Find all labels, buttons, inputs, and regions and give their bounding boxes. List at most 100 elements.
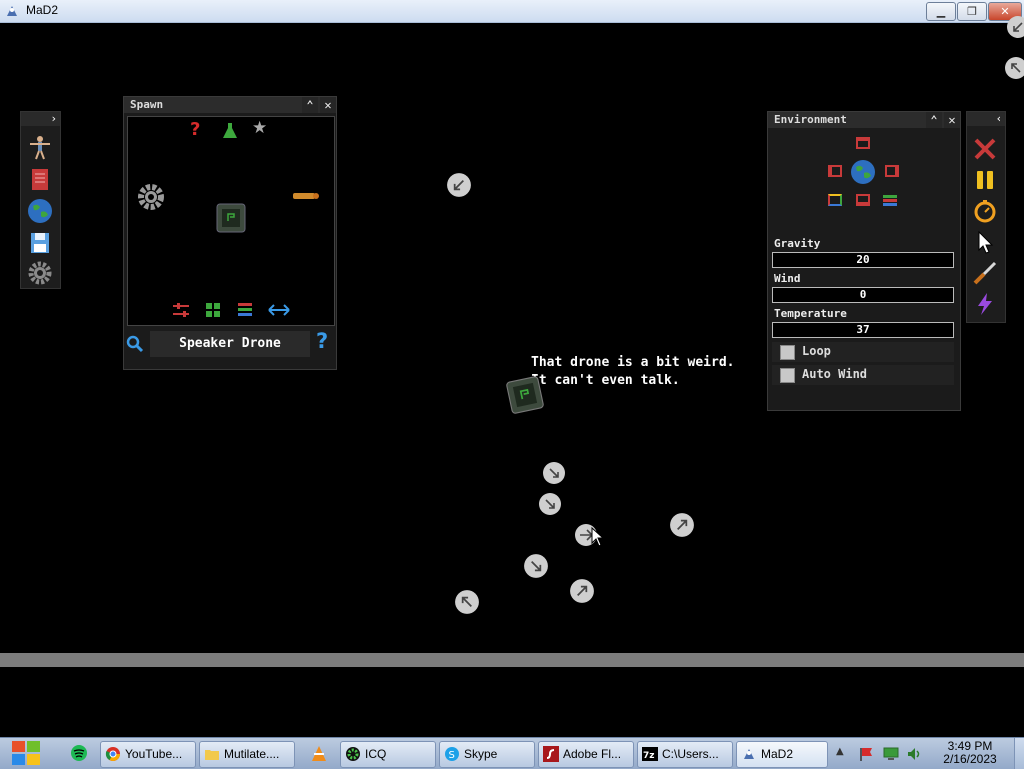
grid-view-icon[interactable] — [205, 302, 221, 318]
drone-blob[interactable] — [569, 578, 595, 604]
taskbar-clock[interactable]: 3:49 PM 2/16/2023 — [928, 740, 1012, 766]
close-icon[interactable]: ✕ — [944, 112, 960, 128]
drone-blob[interactable] — [669, 512, 695, 538]
bullet-item-icon[interactable] — [292, 191, 320, 201]
close-icon[interactable]: ✕ — [320, 97, 336, 113]
wind-input[interactable]: 0 — [772, 287, 954, 303]
taskbar-item-7zip[interactable]: 7z C:\Users... — [637, 741, 733, 768]
volume-speaker-icon[interactable] — [906, 746, 922, 762]
spotify-icon[interactable] — [70, 744, 88, 762]
preset-bottom-icon[interactable] — [856, 194, 870, 206]
start-button-icon[interactable] — [8, 738, 46, 769]
taskbar-item-label: ICQ — [365, 747, 387, 761]
mad2-app-icon — [744, 749, 754, 759]
icq-icon — [346, 747, 360, 761]
drone-blob[interactable] — [523, 553, 549, 579]
help-question-icon[interactable]: ? — [316, 329, 328, 353]
svg-text:S: S — [449, 750, 455, 761]
action-center-flag-icon[interactable] — [858, 746, 874, 762]
game-viewport[interactable]: › Spawn ⌃ ✕ ? ★ Speaker Drone ? That dro… — [0, 16, 1024, 653]
preset-top-icon[interactable] — [856, 137, 870, 149]
taskbar-item-mutilate[interactable]: Mutilate.... — [199, 741, 295, 768]
stopwatch-icon[interactable] — [972, 198, 998, 224]
flask-icon[interactable] — [222, 122, 238, 140]
show-hidden-icons-chevron-icon[interactable]: ▲ — [836, 746, 844, 757]
search-icon[interactable] — [126, 335, 144, 353]
collapse-chevron-icon[interactable]: ⌃ — [926, 112, 942, 128]
auto-wind-checkbox-row[interactable]: Auto Wind — [772, 365, 954, 385]
lightning-icon[interactable] — [972, 291, 998, 317]
minimize-button[interactable]: ▁ — [926, 2, 956, 21]
toolbar-collapse-button[interactable]: ‹ — [967, 112, 1005, 126]
toolbar-expand-button[interactable]: › — [21, 112, 60, 126]
drone-blob[interactable] — [454, 589, 480, 615]
auto-wind-label: Auto Wind — [802, 367, 868, 381]
auto-wind-checkbox[interactable] — [780, 368, 795, 383]
gear-item-icon[interactable] — [137, 183, 165, 211]
preset-layers-icon[interactable] — [882, 194, 898, 208]
sliders-icon[interactable] — [172, 302, 190, 318]
speaker-drone-object[interactable] — [505, 375, 545, 415]
clear-x-icon[interactable] — [972, 136, 998, 162]
network-icon[interactable] — [882, 746, 900, 762]
random-question-icon[interactable]: ? — [190, 119, 200, 140]
restore-button[interactable]: ❐ — [957, 2, 987, 21]
taskbar-item-adobe-flash[interactable]: Adobe Fl... — [538, 741, 634, 768]
drone-blob[interactable] — [542, 461, 566, 485]
collapse-chevron-icon[interactable]: ⌃ — [302, 97, 318, 113]
show-desktop-button[interactable] — [1014, 738, 1024, 769]
gravity-label: Gravity — [774, 237, 821, 250]
knife-tool-icon[interactable] — [972, 260, 998, 286]
drone-blob[interactable] — [538, 492, 562, 516]
pause-icon[interactable] — [972, 167, 998, 193]
preset-multicolor-icon[interactable] — [828, 194, 842, 206]
taskbar-item-label: C:\Users... — [662, 747, 719, 761]
drone-blob[interactable] — [1004, 56, 1024, 80]
mad2-app-icon — [7, 6, 17, 16]
folder-icon — [205, 750, 219, 760]
taskbar-item-icq[interactable]: ICQ — [340, 741, 436, 768]
pointer-cursor-icon[interactable] — [972, 229, 998, 255]
taskbar-item-label: Adobe Fl... — [563, 747, 622, 761]
environment-panel-header[interactable]: Environment ⌃ ✕ — [768, 112, 960, 128]
drone-blob[interactable] — [1006, 15, 1024, 39]
taskbar-item-youtube[interactable]: YouTube... — [100, 741, 196, 768]
loop-label: Loop — [802, 344, 831, 358]
preset-left-icon[interactable] — [828, 165, 842, 177]
right-toolbar: ‹ — [966, 111, 1006, 323]
loop-checkbox-row[interactable]: Loop — [772, 342, 954, 362]
save-floppy-icon[interactable] — [27, 230, 53, 256]
skype-icon: S — [445, 747, 459, 761]
swap-arrows-icon[interactable] — [268, 304, 290, 316]
list-view-icon[interactable] — [237, 302, 253, 318]
ground-floor — [0, 653, 1024, 667]
book-tool-icon[interactable] — [27, 166, 53, 192]
spawn-panel-title: Spawn — [130, 98, 164, 111]
favorite-star-icon[interactable]: ★ — [252, 118, 267, 138]
preset-right-icon[interactable] — [885, 165, 899, 177]
drone-blob[interactable] — [446, 172, 472, 198]
vlc-icon[interactable] — [310, 745, 328, 763]
mouse-cursor-icon — [591, 527, 603, 547]
spawn-panel: Spawn ⌃ ✕ ? ★ Speaker Drone ? — [123, 96, 337, 370]
environment-panel-title: Environment — [774, 113, 847, 126]
environment-globe-icon[interactable] — [27, 198, 53, 224]
gravity-input[interactable]: 20 — [772, 252, 954, 268]
spawn-panel-header[interactable]: Spawn ⌃ ✕ — [124, 97, 336, 113]
temperature-label: Temperature — [774, 307, 847, 320]
taskbar-item-label: Skype — [464, 747, 498, 761]
selected-item-name[interactable]: Speaker Drone — [150, 331, 310, 357]
taskbar-item-mad2[interactable]: MaD2 — [736, 741, 828, 768]
chrome-icon — [105, 747, 120, 761]
loop-checkbox[interactable] — [780, 345, 795, 360]
taskbar-item-skype[interactable]: S Skype — [439, 741, 535, 768]
speaker-drone-preview[interactable] — [216, 203, 246, 233]
temperature-input[interactable]: 37 — [772, 322, 954, 338]
earth-preset-icon[interactable] — [850, 159, 876, 185]
settings-gear-icon[interactable] — [27, 260, 53, 286]
speech-bubble: That drone is a bit weird. It can't even… — [531, 354, 735, 390]
7zip-icon: 7z — [642, 747, 658, 761]
ragdoll-tool-icon[interactable] — [27, 134, 53, 160]
speech-line-2: It can't even talk. — [531, 373, 680, 388]
spawn-preview-area[interactable]: ? ★ — [127, 116, 335, 326]
